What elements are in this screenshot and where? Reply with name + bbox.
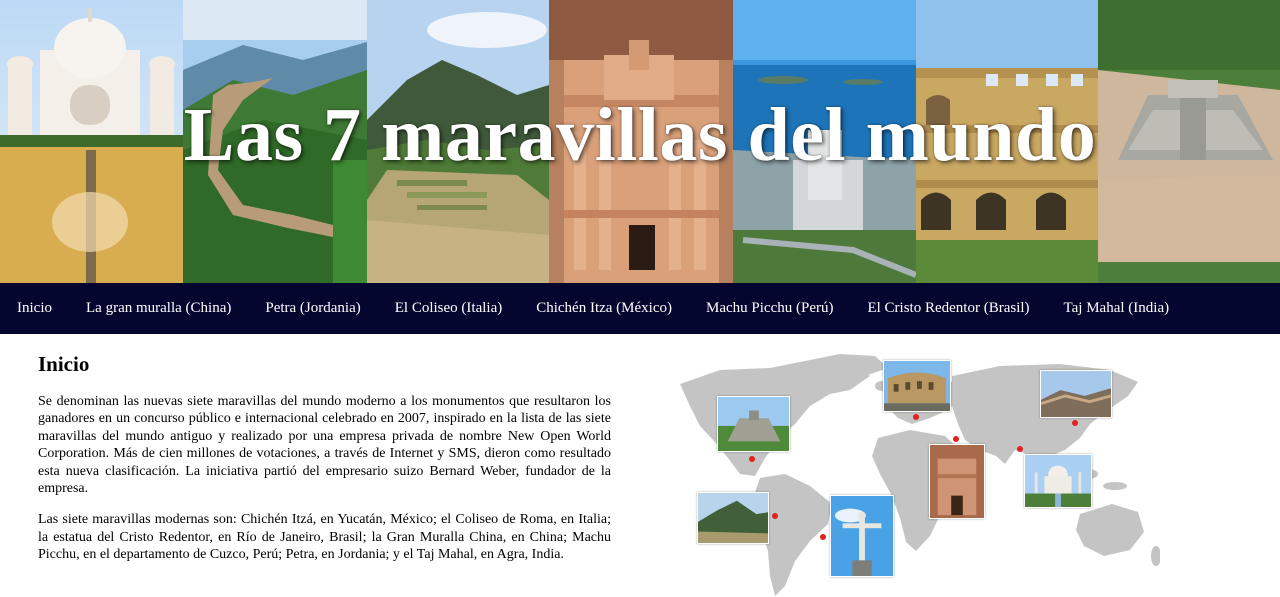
nav-item-petra[interactable]: Petra (Jordania) [265, 300, 360, 317]
main-content: Inicio Se denominan las nuevas siete mar… [38, 352, 611, 578]
chichen-itza-thumb [717, 396, 790, 452]
great-wall-thumb [1040, 370, 1112, 418]
nav-item-inicio[interactable]: Inicio [17, 300, 52, 317]
nav-item-coliseo[interactable]: El Coliseo (Italia) [395, 300, 502, 317]
cristo-redentor-thumb [830, 495, 894, 577]
machu-picchu-thumb [697, 492, 769, 544]
wonders-list-paragraph: Las siete maravillas modernas son: Chich… [38, 512, 611, 563]
nav-item-chichen-itza[interactable]: Chichén Itza (México) [536, 300, 672, 317]
nav-item-gran-muralla[interactable]: La gran muralla (China) [86, 300, 231, 317]
world-map [660, 346, 1160, 597]
nav-item-cristo-redentor[interactable]: El Cristo Redentor (Brasil) [867, 300, 1029, 317]
page-title: Las 7 maravillas del mundo [183, 93, 1097, 177]
header-banner: Las 7 maravillas del mundo [0, 0, 1280, 283]
nav-item-taj-mahal[interactable]: Taj Mahal (India) [1064, 300, 1170, 317]
intro-paragraph: Se denominan las nuevas siete maravillas… [38, 394, 611, 497]
section-heading: Inicio [38, 352, 90, 376]
petra-thumb [929, 444, 985, 519]
coliseo-thumb [883, 360, 951, 412]
taj-mahal-thumb [1024, 454, 1092, 508]
main-nav: Inicio La gran muralla (China) Petra (Jo… [0, 283, 1280, 334]
nav-item-machu-picchu[interactable]: Machu Picchu (Perú) [706, 300, 833, 317]
